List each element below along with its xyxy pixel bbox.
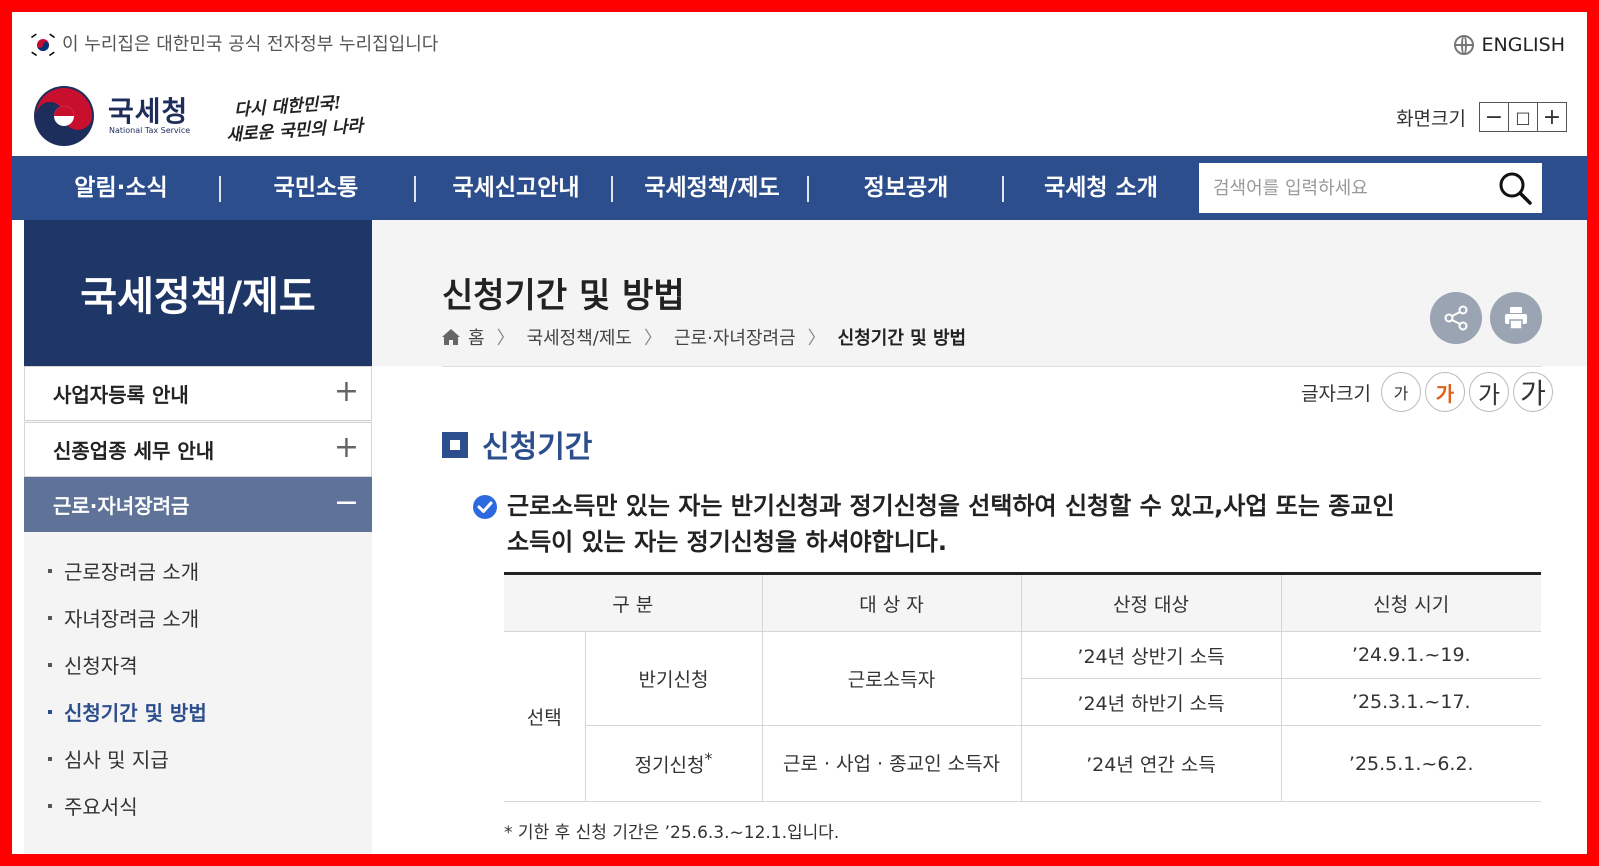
section-square-icon [442, 432, 468, 458]
type-label: 정기신청 [634, 754, 705, 777]
sidebar-item-earned-income-credit[interactable]: 근로·자녀장려금 − [24, 477, 372, 532]
nts-emblem-icon[interactable] [32, 84, 96, 148]
nav-item-about[interactable]: 국세청 소개 [1007, 156, 1195, 220]
check-circle-icon [473, 495, 497, 519]
chevron-right-icon: 〉 [807, 328, 826, 349]
breadcrumb-home[interactable]: 홈 [468, 324, 485, 350]
zoom-reset-button[interactable]: □ [1508, 102, 1538, 132]
nav-separator [807, 176, 809, 202]
page-frame: 이 누리집은 대한민국 공식 전자정부 누리집입니다 ENGLISH 국세청 N… [12, 12, 1587, 854]
table-header: 대 상 자 [761, 573, 1022, 632]
page-title: 신청기간 및 방법 [442, 276, 685, 316]
table-row: 정기신청* 근로 · 사업 · 종교인 소득자 ’24년 연간 소득 ’25.5… [504, 725, 1541, 802]
type-footnote-mark: * [704, 749, 713, 769]
font-size-label: 글자크기 [1301, 382, 1371, 405]
table-cell-basis: ’24년 연간 소득 [1020, 725, 1282, 802]
screen-zoom-control: 화면크기 − □ + [1396, 102, 1567, 132]
main-nav: 알림·소식 국민소통 국세신고안내 국세정책/제도 정보공개 국세청 소개 [12, 156, 1587, 220]
nav-item-communication[interactable]: 국민소통 [227, 156, 405, 220]
expand-icon[interactable]: + [334, 433, 359, 463]
font-size-control: 글자크기 가 가 가 가 [1301, 372, 1553, 412]
table-header: 산정 대상 [1020, 573, 1282, 632]
chevron-right-icon: 〉 [496, 328, 515, 349]
chevron-right-icon: 〉 [644, 328, 662, 349]
share-button[interactable] [1430, 292, 1482, 344]
logo-row: 국세청 National Tax Service 다시 대한민국! 새로운 국민… [12, 76, 1587, 156]
table-row: 선택 반기신청 근로소득자 ’24년 상반기 소득 ’24.9.1.~19. [504, 631, 1541, 802]
sub-item-period-method[interactable]: 신청기간 및 방법 [48, 697, 207, 726]
sub-item-forms[interactable]: 주요서식 [48, 791, 138, 820]
korea-flag-icon [30, 33, 56, 57]
table-footnote: * 기한 후 신청 기간은 ’25.6.3.~12.1.입니다. [504, 823, 840, 843]
table-cell-target: 근로 · 사업 · 종교인 소득자 [761, 725, 1022, 802]
application-period-table: 구 분 대 상 자 산정 대상 신청 시기 선택 반기신청 근로소득자 ’24년… [504, 572, 1541, 802]
nav-separator [414, 176, 416, 202]
breadcrumb-item[interactable]: 국세정책/제도 [527, 324, 632, 350]
table-cell-type: 반기신청 [584, 631, 763, 726]
nav-item-info-disclosure[interactable]: 정보공개 [812, 156, 1000, 220]
sub-item-ctc-intro[interactable]: 자녀장려금 소개 [48, 603, 199, 632]
font-size-small-button[interactable]: 가 [1381, 372, 1421, 412]
nav-separator [219, 176, 221, 202]
nav-separator [611, 176, 613, 202]
zoom-label: 화면크기 [1396, 107, 1466, 130]
print-icon [1505, 307, 1527, 330]
nav-item-tax-policy[interactable]: 국세정책/제도 [617, 156, 807, 220]
gov-banner-text: 이 누리집은 대한민국 공식 전자정부 누리집입니다 [62, 34, 439, 55]
sidebar-item-label: 사업자등록 안내 [53, 383, 189, 407]
font-size-xlarge-button[interactable]: 가 [1513, 372, 1553, 412]
table-header-row: 구 분 대 상 자 산정 대상 신청 시기 [504, 573, 1541, 632]
zoom-out-button[interactable]: − [1479, 102, 1509, 132]
collapse-icon[interactable]: − [334, 488, 359, 518]
logo-name-en: National Tax Service [109, 126, 191, 135]
table-header: 신청 시기 [1280, 573, 1541, 632]
nav-separator [1002, 176, 1004, 202]
table-cell-period: ’24.9.1.~19. [1280, 631, 1541, 679]
sidebar-item-label: 신종업종 세무 안내 [53, 439, 215, 463]
table-cell-target: 근로소득자 [761, 631, 1022, 726]
globe-icon [1453, 35, 1474, 55]
search-icon[interactable] [1498, 171, 1532, 205]
table-cell-period: ’25.3.1.~17. [1280, 678, 1541, 726]
section-description: 근로소득만 있는 자는 반기신청과 정기신청을 선택하여 신청할 수 있고,사업… [507, 488, 1517, 560]
english-link[interactable]: ENGLISH [1453, 34, 1565, 56]
description-line1: 근로소득만 있는 자는 반기신청과 정기신청을 선택하여 신청할 수 있고,사업… [507, 492, 1395, 520]
share-icon [1444, 305, 1468, 331]
table-cell-period: ’25.5.1.~6.2. [1280, 725, 1541, 802]
table-cell-basis: ’24년 상반기 소득 [1020, 631, 1282, 679]
table-cell-type: 정기신청* [585, 725, 763, 802]
sidebar-item-label: 근로·자녀장려금 [53, 494, 190, 518]
table-header: 구 분 [504, 573, 763, 632]
description-line2: 소득이 있는 자는 정기신청을 하셔야합니다. [507, 528, 947, 556]
breadcrumb-item[interactable]: 근로·자녀장려금 [674, 324, 796, 350]
section-title: 신청기간 [482, 430, 593, 465]
font-size-large-button[interactable]: 가 [1469, 372, 1509, 412]
english-label: ENGLISH [1481, 34, 1565, 56]
sidebar-item-business-registration[interactable]: 사업자등록 안내 + [24, 366, 372, 421]
print-button[interactable] [1490, 292, 1542, 344]
sidebar-title: 국세정책/제도 [24, 220, 372, 366]
sub-item-review-payment[interactable]: 심사 및 지급 [48, 744, 169, 773]
font-size-default-button[interactable]: 가 [1425, 372, 1465, 412]
sub-item-eitc-intro[interactable]: 근로장려금 소개 [48, 556, 199, 585]
breadcrumb: 홈 〉 국세정책/제도 〉 근로·자녀장려금 〉 신청기간 및 방법 [442, 324, 966, 350]
nav-item-tax-filing[interactable]: 국세신고안내 [422, 156, 610, 220]
nav-item-news[interactable]: 알림·소식 [32, 156, 210, 220]
table-cell-basis: ’24년 하반기 소득 [1021, 678, 1282, 726]
zoom-in-button[interactable]: + [1537, 102, 1567, 132]
search-box [1199, 163, 1542, 213]
home-icon[interactable] [442, 329, 460, 345]
search-input[interactable] [1199, 163, 1479, 213]
breadcrumb-current: 신청기간 및 방법 [837, 328, 967, 349]
logo-name-ko: 국세청 [108, 95, 189, 128]
gov-banner: 이 누리집은 대한민국 공식 전자정부 누리집입니다 ENGLISH [12, 12, 1587, 76]
header-divider [442, 366, 1542, 367]
expand-icon[interactable]: + [334, 377, 359, 407]
sub-item-eligibility[interactable]: 신청자격 [48, 650, 138, 679]
sidebar-item-new-industry[interactable]: 신종업종 세무 안내 + [24, 422, 372, 477]
table-cell-group: 선택 [504, 631, 586, 802]
